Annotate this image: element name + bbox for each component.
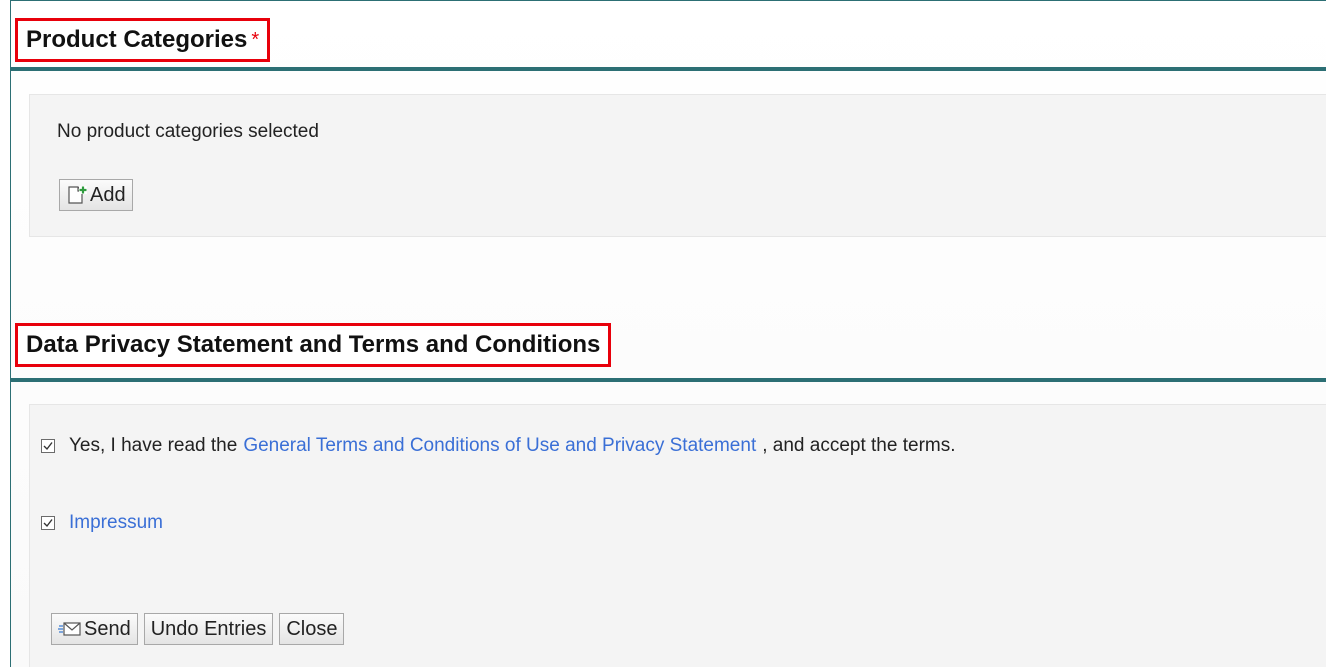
impressum-link[interactable]: Impressum xyxy=(69,512,163,534)
close-button[interactable]: Close xyxy=(279,613,345,645)
privacy-title: Data Privacy Statement and Terms and Con… xyxy=(15,323,612,367)
terms-row: Yes, I have read the General Terms and C… xyxy=(41,435,956,457)
check-icon xyxy=(43,442,53,451)
undo-entries-button[interactable]: Undo Entries xyxy=(143,613,274,645)
action-bar: Send Undo Entries Close xyxy=(51,613,350,645)
privacy-header: Data Privacy Statement and Terms and Con… xyxy=(11,315,1326,382)
envelope-icon xyxy=(58,620,82,638)
terms-suffix-text: , and accept the terms. xyxy=(762,435,956,456)
product-categories-panel: No product categories selected Add xyxy=(29,94,1326,237)
add-category-button[interactable]: Add xyxy=(59,179,133,211)
check-icon xyxy=(43,519,53,528)
add-button-label: Add xyxy=(90,183,126,206)
send-button[interactable]: Send xyxy=(51,613,138,645)
terms-checkbox[interactable] xyxy=(41,439,55,453)
impressum-checkbox[interactable] xyxy=(41,516,55,530)
product-categories-title-text: Product Categories xyxy=(26,26,248,53)
impressum-row: Impressum xyxy=(41,512,163,534)
terms-link[interactable]: General Terms and Conditions of Use and … xyxy=(243,435,756,457)
no-categories-text: No product categories selected xyxy=(57,121,319,142)
product-categories-title: Product Categories * xyxy=(15,18,271,62)
form-container: Product Categories * No product categorie… xyxy=(10,0,1326,667)
product-categories-header: Product Categories * xyxy=(11,15,1326,71)
send-button-label: Send xyxy=(84,617,131,640)
add-document-icon xyxy=(66,185,88,205)
terms-prefix-text: Yes, I have read the xyxy=(69,435,238,456)
required-marker: * xyxy=(251,29,260,51)
